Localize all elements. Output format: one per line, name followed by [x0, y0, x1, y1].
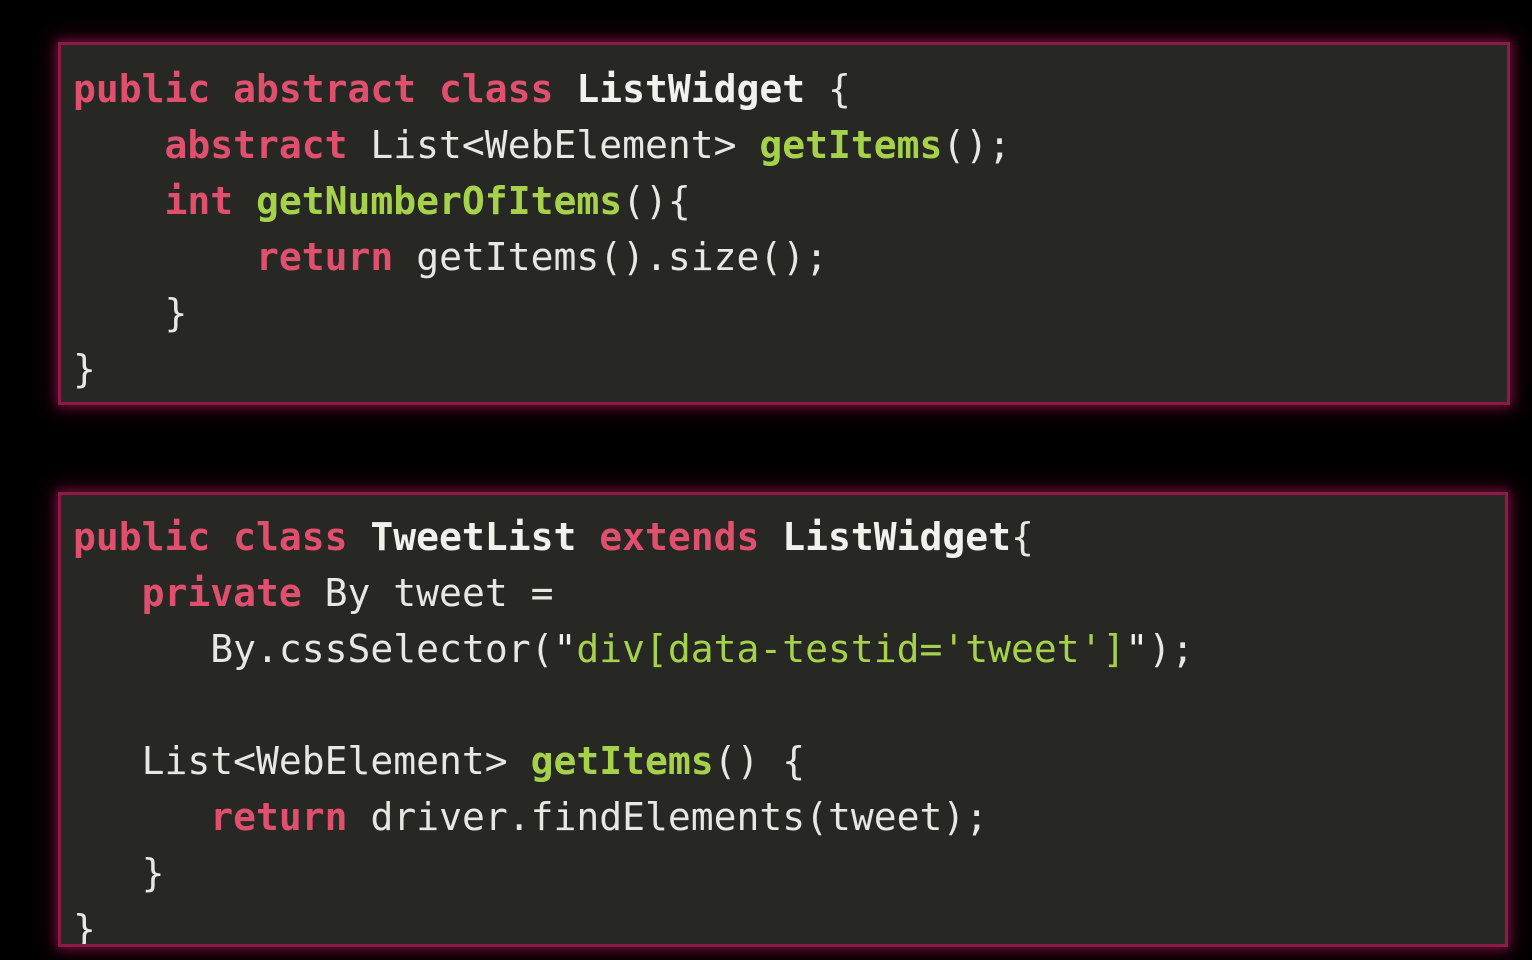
code-line: } [61, 845, 1505, 901]
code-block-tweetlist: public class TweetList extends ListWidge… [58, 492, 1508, 947]
code-token-type: ListWidget [576, 67, 806, 111]
code-token-plain: ); [1148, 627, 1195, 671]
code-listing-tweetlist: public class TweetList extends ListWidge… [61, 509, 1505, 947]
code-token-plain: (){ [622, 179, 691, 223]
code-token-plain: List<WebElement> [370, 123, 760, 167]
code-token-quote: " [553, 627, 577, 671]
code-line: public class TweetList extends ListWidge… [61, 509, 1505, 565]
code-line: } [61, 285, 1507, 341]
code-token-quote: " [1125, 627, 1149, 671]
code-token-fn: getItems [530, 739, 714, 783]
code-token-kw: private [141, 571, 325, 615]
code-token-kw: public abstract class [73, 67, 577, 111]
code-line: int getNumberOfItems(){ [61, 173, 1507, 229]
code-token-plain: } [73, 347, 96, 391]
code-token-kw: public class [73, 515, 371, 559]
code-token-type: ListWidget [782, 515, 1012, 559]
code-token-plain: { [1011, 515, 1034, 559]
code-line: return getItems().size(); [61, 229, 1507, 285]
code-token-plain: } [164, 291, 188, 335]
code-listing-listwidget: public abstract class ListWidget { abstr… [61, 61, 1507, 397]
code-line: List<WebElement> getItems() { [61, 733, 1505, 789]
code-token-plain: By tweet = [324, 571, 554, 615]
code-token-type: TweetList [370, 515, 577, 559]
code-token-plain: List<WebElement> [141, 739, 531, 783]
code-token-plain: } [141, 851, 165, 895]
code-token-plain: driver.findElements(tweet); [370, 795, 989, 839]
code-block-listwidget: public abstract class ListWidget { abstr… [58, 42, 1510, 405]
code-token-kw: extends [576, 515, 783, 559]
code-token-str: div[data-testid='tweet'] [576, 627, 1126, 671]
code-token-plain: getItems().size(); [416, 235, 828, 279]
code-line: } [61, 901, 1505, 947]
code-token-fn: getNumberOfItems [256, 179, 623, 223]
code-token-plain: By.cssSelector( [210, 627, 554, 671]
code-token-kw: abstract [164, 123, 371, 167]
code-token-kw: return [210, 795, 371, 839]
code-token-plain: } [73, 907, 96, 947]
code-line: private By tweet = [61, 565, 1505, 621]
code-line: } [61, 341, 1507, 397]
code-token-plain: (); [942, 123, 1012, 167]
code-line: abstract List<WebElement> getItems(); [61, 117, 1507, 173]
code-token-fn: getItems [759, 123, 943, 167]
code-token-kw: int [164, 179, 257, 223]
code-token-kw: return [256, 235, 417, 279]
code-token-plain: { [805, 67, 851, 111]
slide-root: public abstract class ListWidget { abstr… [0, 0, 1532, 960]
code-line: public abstract class ListWidget { [61, 61, 1507, 117]
code-token-plain: () { [713, 739, 806, 783]
code-line: return driver.findElements(tweet); [61, 789, 1505, 845]
code-line: By.cssSelector("div[data-testid='tweet']… [61, 621, 1505, 677]
